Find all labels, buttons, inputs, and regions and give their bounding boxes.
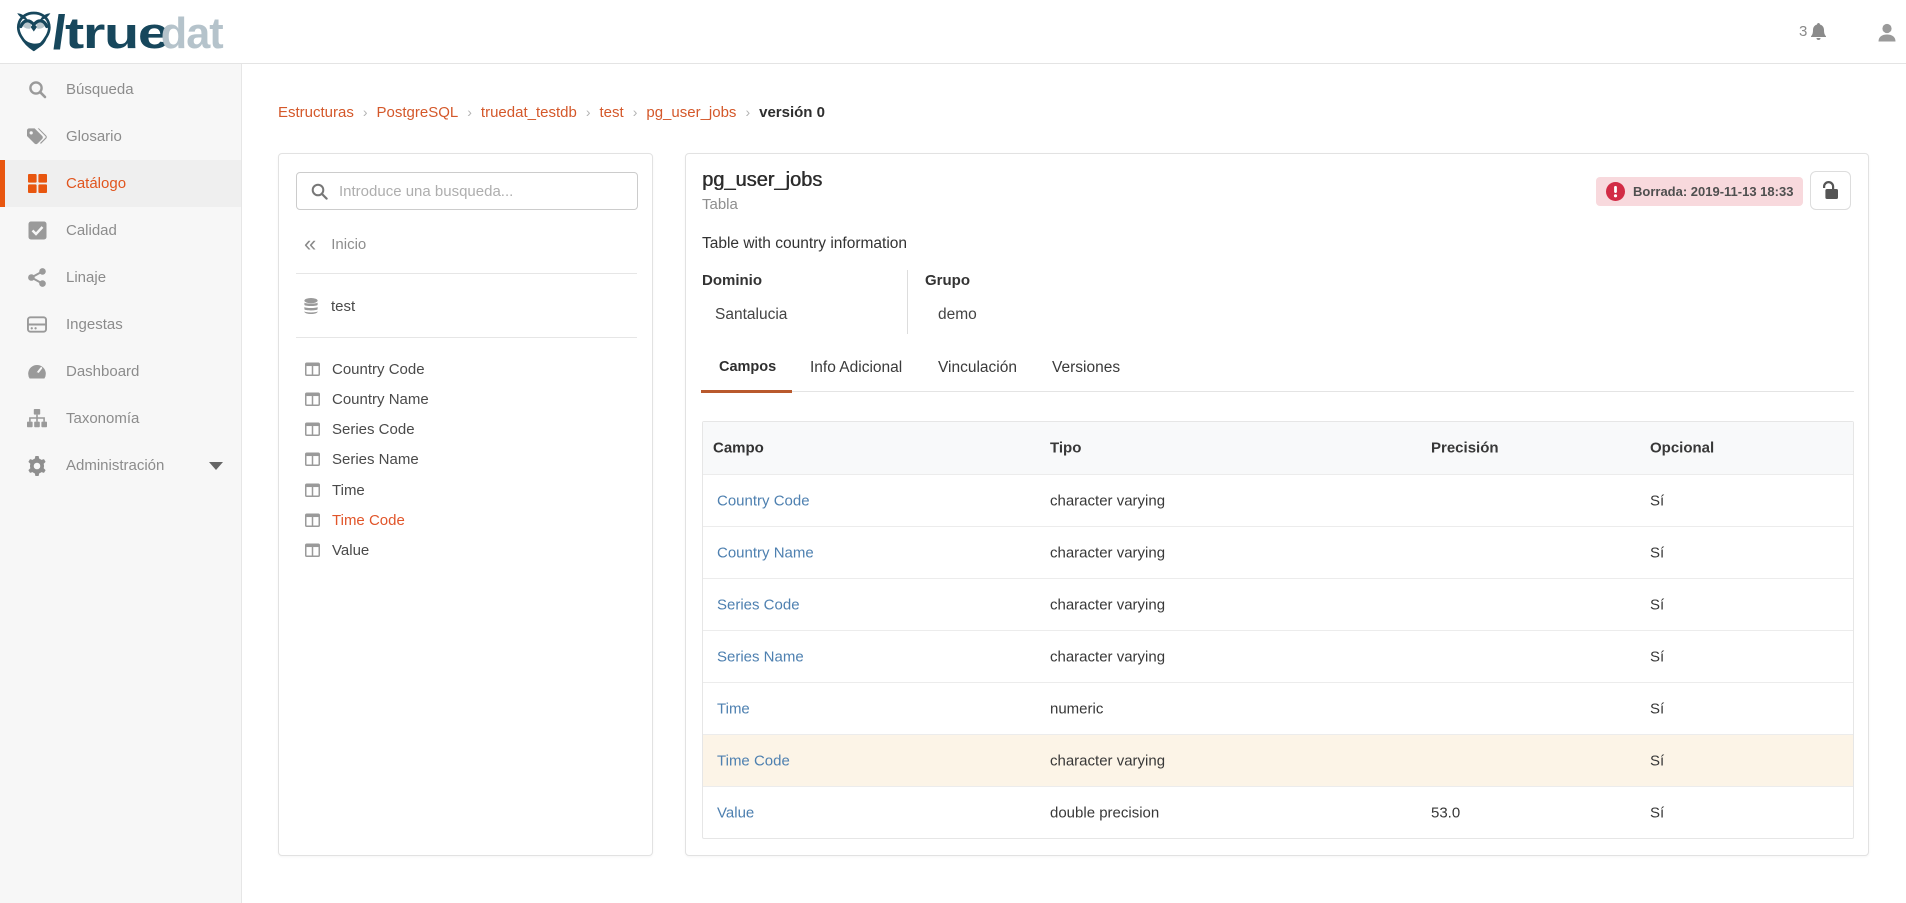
svg-text:true: true [65, 11, 169, 55]
svg-text:dat: dat [161, 11, 223, 55]
